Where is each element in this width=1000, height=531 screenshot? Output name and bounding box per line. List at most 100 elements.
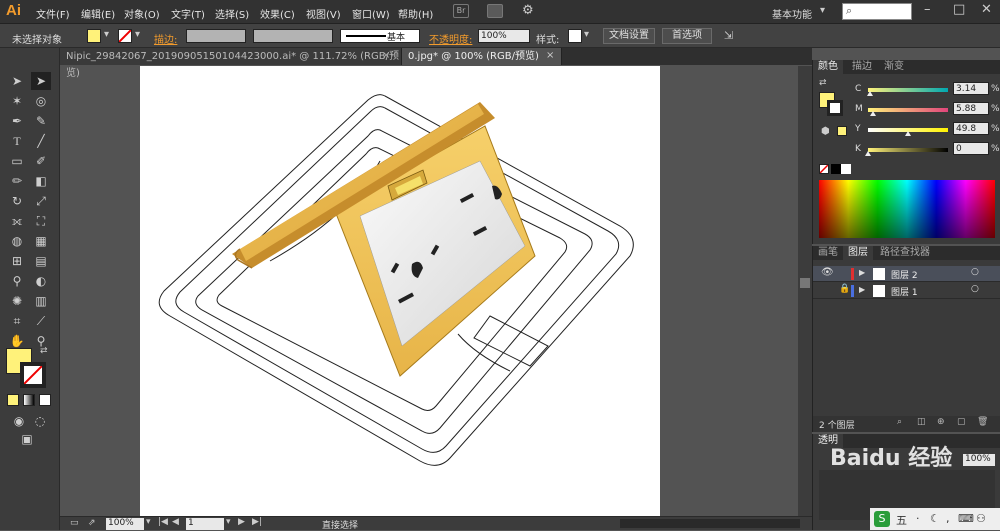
- paintbrush-icon[interactable]: ✐: [31, 152, 51, 170]
- channel-k-slider[interactable]: [865, 148, 948, 156]
- power-outlet-artwork[interactable]: [140, 66, 660, 520]
- draw-normal-icon[interactable]: ◉: [9, 412, 29, 430]
- color-spectrum[interactable]: [819, 180, 995, 238]
- bridge-icon[interactable]: Br: [453, 4, 469, 18]
- chevron-down-icon[interactable]: ▾: [135, 29, 140, 40]
- tab-nipic-document[interactable]: Nipic_29842067_20190905150104423000.ai* …: [60, 48, 402, 79]
- panel-stroke-box[interactable]: [827, 100, 843, 116]
- channel-y-input[interactable]: 49.8: [953, 122, 989, 135]
- layer-name[interactable]: 图层 2: [891, 268, 918, 281]
- menu-edit[interactable]: 编辑(E): [81, 6, 115, 21]
- shape-builder-icon[interactable]: ◍: [7, 232, 27, 250]
- tab-brushes[interactable]: 画笔: [813, 246, 843, 260]
- preferences-button[interactable]: 首选项: [662, 28, 712, 44]
- selection-tool-icon[interactable]: ➤: [7, 72, 27, 90]
- artboard-tool-icon[interactable]: ⌗: [7, 312, 27, 330]
- moon-icon[interactable]: ☾: [930, 512, 940, 525]
- slice-tool-icon[interactable]: ⟋: [31, 312, 51, 330]
- white-swatch[interactable]: [841, 164, 851, 174]
- target-icon[interactable]: ○: [971, 267, 979, 277]
- gamut-swatch[interactable]: [837, 126, 847, 136]
- channel-m-input[interactable]: 5.88: [953, 102, 989, 115]
- black-swatch[interactable]: [831, 164, 841, 174]
- slider-marker[interactable]: [869, 111, 876, 116]
- delete-layer-icon[interactable]: 🗑: [977, 417, 988, 427]
- last-artboard-icon[interactable]: ▶|: [252, 517, 262, 527]
- close-tab-icon[interactable]: ×: [546, 50, 554, 61]
- free-transform-icon[interactable]: ⛶: [31, 212, 51, 230]
- arrange-icon[interactable]: ⇲: [724, 29, 733, 42]
- blend-icon[interactable]: ◐: [31, 272, 51, 290]
- arrange-documents-icon[interactable]: [487, 4, 503, 18]
- tab-gradient[interactable]: 渐变: [879, 60, 909, 74]
- chevron-down-icon[interactable]: ▾: [820, 5, 825, 16]
- rotate-icon[interactable]: ↻: [7, 192, 27, 210]
- document-setup-button[interactable]: 文档设置: [603, 28, 655, 44]
- symbol-sprayer-icon[interactable]: ✺: [7, 292, 27, 310]
- new-layer-icon[interactable]: ▢: [957, 417, 966, 427]
- chevron-down-icon[interactable]: ▾: [226, 517, 231, 527]
- eye-icon[interactable]: 👁: [821, 267, 834, 278]
- artboard[interactable]: [140, 66, 660, 520]
- artboard-number-input[interactable]: 1: [186, 518, 224, 530]
- maximize-button[interactable]: □: [953, 2, 965, 17]
- first-artboard-icon[interactable]: |◀: [158, 517, 168, 527]
- scale-icon[interactable]: ⤢: [31, 192, 51, 210]
- type-tool-icon[interactable]: T: [7, 132, 27, 150]
- slider-marker[interactable]: [905, 131, 911, 136]
- slider-marker[interactable]: [865, 151, 871, 156]
- menu-object[interactable]: 对象(O): [124, 6, 160, 21]
- zoom-input[interactable]: 100%: [106, 518, 144, 530]
- brush-definition-dropdown[interactable]: 基本: [340, 29, 420, 43]
- column-graph-icon[interactable]: ▥: [31, 292, 51, 310]
- menu-select[interactable]: 选择(S): [215, 6, 249, 21]
- curvature-tool-icon[interactable]: ✎: [31, 112, 51, 130]
- lock-icon[interactable]: 🔒: [839, 284, 850, 294]
- workspace-switcher[interactable]: 基本功能: [772, 6, 812, 21]
- eyedropper-icon[interactable]: ⚲: [7, 272, 27, 290]
- keyboard-icon[interactable]: ⌨: [958, 512, 974, 525]
- locate-object-icon[interactable]: ⌕: [897, 417, 902, 427]
- input-method-icon[interactable]: S: [874, 511, 890, 527]
- opacity-label[interactable]: 不透明度:: [429, 31, 472, 46]
- opacity-input[interactable]: 100%: [478, 29, 530, 43]
- menu-type[interactable]: 文字(T): [171, 6, 205, 21]
- menu-effect[interactable]: 效果(C): [260, 6, 295, 21]
- direct-selection-tool-icon[interactable]: ➤: [31, 72, 51, 90]
- default-colors-icon[interactable]: ⇄: [819, 78, 827, 88]
- punctuation-icon[interactable]: ,: [946, 512, 950, 525]
- mesh-icon[interactable]: ⊞: [7, 252, 27, 270]
- channel-y-slider[interactable]: [868, 128, 948, 136]
- draw-behind-icon[interactable]: ◌: [30, 412, 50, 430]
- half-width-icon[interactable]: ·: [916, 512, 920, 525]
- channel-c-slider[interactable]: [867, 88, 948, 96]
- tab-color[interactable]: 颜色: [813, 60, 843, 74]
- document-status-icon[interactable]: ▭: [70, 518, 79, 528]
- layer-name[interactable]: 图层 1: [891, 285, 918, 298]
- width-tool-icon[interactable]: ⟗: [7, 212, 27, 230]
- expand-arrow-icon[interactable]: ▶: [859, 268, 865, 277]
- vertical-scrollbar[interactable]: [798, 66, 812, 516]
- gradient-mode-icon[interactable]: [23, 394, 35, 406]
- expand-arrow-icon[interactable]: ▶: [859, 285, 865, 294]
- color-mode-icon[interactable]: [7, 394, 19, 406]
- variable-width-dropdown[interactable]: [253, 29, 333, 43]
- stroke-weight-dropdown[interactable]: [186, 29, 246, 43]
- user-icon[interactable]: ⚇: [976, 512, 986, 525]
- menu-file[interactable]: 文件(F): [36, 6, 70, 21]
- gradient-icon[interactable]: ▤: [31, 252, 51, 270]
- wubi-icon[interactable]: 五: [896, 512, 907, 528]
- out-of-gamut-icon[interactable]: ⬢: [821, 126, 830, 137]
- channel-c-input[interactable]: 3.14: [953, 82, 989, 95]
- eraser-icon[interactable]: ◧: [31, 172, 51, 190]
- perspective-grid-icon[interactable]: ▦: [31, 232, 51, 250]
- none-mode-icon[interactable]: [39, 394, 51, 406]
- scroll-thumb[interactable]: [800, 278, 810, 288]
- rectangle-tool-icon[interactable]: ▭: [7, 152, 27, 170]
- magic-wand-icon[interactable]: ✶: [7, 92, 27, 110]
- search-input[interactable]: ⌕: [842, 3, 912, 20]
- next-artboard-icon[interactable]: ▶: [238, 517, 245, 527]
- tab-jpg-document[interactable]: 0.jpg* @ 100% (RGB/预览): [402, 48, 562, 65]
- chevron-down-icon[interactable]: ▾: [584, 29, 589, 40]
- menu-window[interactable]: 窗口(W): [352, 6, 390, 21]
